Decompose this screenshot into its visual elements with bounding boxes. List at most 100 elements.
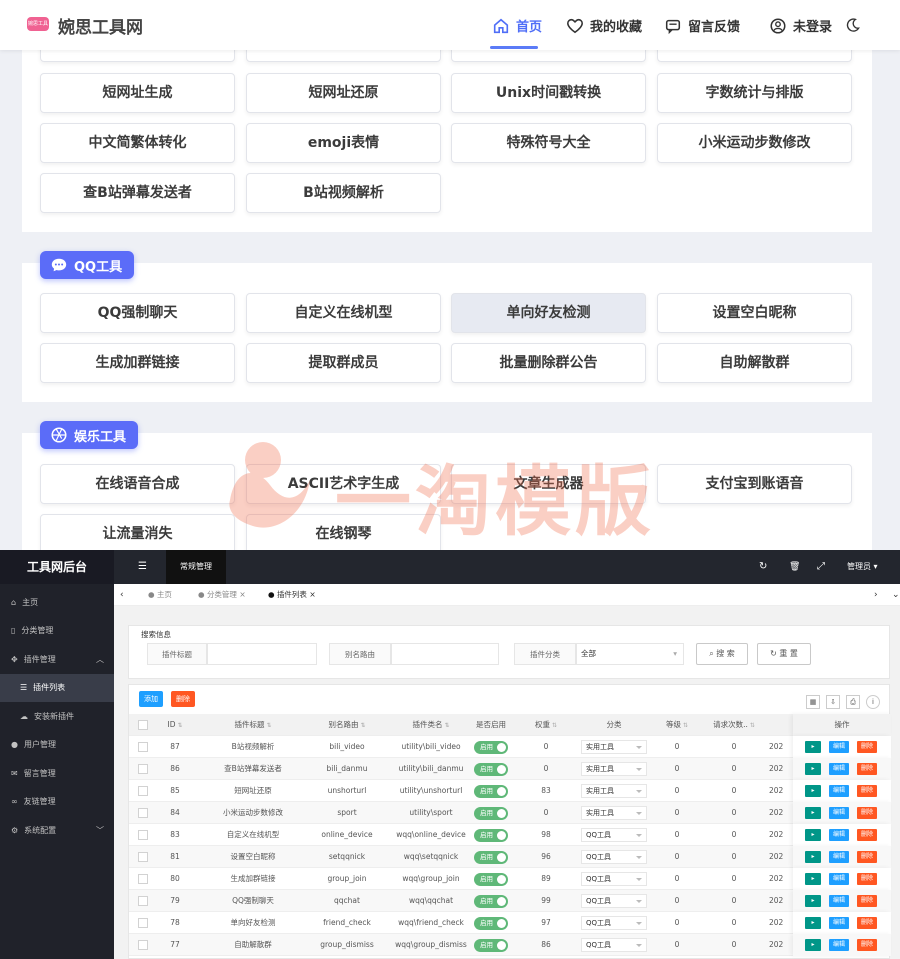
category-filter-select[interactable]: 全部 ▾ [576, 643, 684, 665]
edit-button[interactable]: 编辑 [829, 917, 849, 929]
tool-card[interactable]: 提取群成员 [246, 343, 441, 383]
sidebar-item-settings[interactable]: ⚙ 系统配置 ﹀ [0, 816, 114, 845]
delete-button[interactable]: 删除 [857, 917, 877, 929]
enabled-toggle[interactable]: 启用 [474, 740, 508, 754]
delete-button[interactable]: 删除 [857, 873, 877, 885]
tool-card[interactable]: 单向好友检测 [451, 293, 646, 333]
enabled-toggle[interactable]: 启用 [474, 784, 508, 798]
tool-card[interactable]: 短网址生成 [40, 73, 235, 113]
enabled-toggle[interactable]: 启用 [474, 762, 508, 776]
category-select[interactable]: 实用工具 [581, 806, 647, 820]
edit-button[interactable]: 编辑 [829, 939, 849, 951]
col-title[interactable]: 插件标题 ⇅ [203, 714, 303, 736]
refresh-icon[interactable]: ↻ [759, 550, 767, 584]
enabled-toggle[interactable]: 启用 [474, 938, 508, 952]
enabled-toggle[interactable]: 启用 [474, 916, 508, 930]
row-checkbox[interactable] [135, 846, 151, 868]
export-icon[interactable]: ⇩ [826, 695, 840, 709]
enabled-toggle[interactable]: 启用 [474, 850, 508, 864]
delete-button[interactable]: 删除 [857, 895, 877, 907]
tool-card[interactable]: 在线语音合成 [40, 464, 235, 504]
search-button[interactable]: ⌕ 搜 索 [696, 643, 748, 665]
tab-category[interactable]: ● 分类管理 × [198, 584, 246, 606]
category-select[interactable]: QQ工具 [581, 938, 647, 952]
tool-card[interactable]: 设置空白昵称 [657, 293, 852, 333]
sidebar-item-messages[interactable]: ✉ 留言管理 [0, 759, 114, 788]
tab-scroll-right-icon[interactable]: › [874, 584, 878, 606]
view-button[interactable]: ▸ [805, 939, 821, 951]
delete-button[interactable]: 删除 [857, 851, 877, 863]
delete-button[interactable]: 删除 [857, 939, 877, 951]
col-alias[interactable]: 别名路由 ⇅ [303, 714, 391, 736]
trash-icon[interactable]: 🗑 [789, 550, 800, 584]
info-icon[interactable]: i [866, 695, 880, 709]
sidebar-item-category[interactable]: ▯ 分类管理 [0, 617, 114, 646]
admin-title[interactable]: 工具网后台 [0, 550, 114, 584]
moon-icon[interactable] [845, 17, 861, 33]
row-checkbox[interactable] [135, 802, 151, 824]
print-icon[interactable]: ⎙ [846, 695, 860, 709]
category-select[interactable]: 实用工具 [581, 784, 647, 798]
delete-button[interactable]: 删除 [857, 807, 877, 819]
nav-login[interactable]: 未登录 [769, 16, 832, 35]
delete-button[interactable]: 删除 [857, 763, 877, 775]
edit-button[interactable]: 编辑 [829, 829, 849, 841]
edit-button[interactable]: 编辑 [829, 851, 849, 863]
col-id[interactable]: ID ⇅ [155, 714, 195, 736]
sidebar-item-home[interactable]: ⌂ 主页 [0, 588, 114, 617]
edit-button[interactable]: 编辑 [829, 873, 849, 885]
tool-card[interactable]: 文章生成器 [451, 464, 646, 504]
view-button[interactable]: ▸ [805, 829, 821, 841]
alias-filter-input[interactable] [391, 643, 499, 665]
site-brand[interactable]: 婉思工具网 [58, 13, 143, 38]
tab-scroll-left-icon[interactable]: ‹ [120, 584, 124, 606]
row-checkbox[interactable] [135, 912, 151, 934]
col-level[interactable]: 等级 ⇅ [657, 714, 697, 736]
tool-card[interactable]: 特殊符号大全 [451, 123, 646, 163]
top-menu-general[interactable]: 常规管理 [166, 550, 226, 584]
tool-card[interactable]: 小米运动步数修改 [657, 123, 852, 163]
enabled-toggle[interactable]: 启用 [474, 806, 508, 820]
view-button[interactable]: ▸ [805, 785, 821, 797]
category-select[interactable]: 实用工具 [581, 740, 647, 754]
view-button[interactable]: ▸ [805, 917, 821, 929]
enabled-toggle[interactable]: 启用 [474, 828, 508, 842]
category-select[interactable]: QQ工具 [581, 850, 647, 864]
row-checkbox[interactable] [135, 934, 151, 956]
select-all-checkbox[interactable] [135, 714, 151, 736]
edit-button[interactable]: 编辑 [829, 785, 849, 797]
view-button[interactable]: ▸ [805, 741, 821, 753]
category-select[interactable]: 实用工具 [581, 762, 647, 776]
tool-card[interactable]: 让流量消失 [40, 514, 235, 550]
col-class[interactable]: 插件类名 ⇅ [391, 714, 471, 736]
fullscreen-icon[interactable]: ⤢ [817, 550, 825, 584]
category-select[interactable]: QQ工具 [581, 894, 647, 908]
tab-options-icon[interactable]: ⌄ [892, 584, 900, 606]
sidebar-item-plugins[interactable]: ✥ 插件管理 ︿ [0, 645, 114, 674]
edit-button[interactable]: 编辑 [829, 807, 849, 819]
edit-button[interactable]: 编辑 [829, 763, 849, 775]
enabled-toggle[interactable]: 启用 [474, 894, 508, 908]
category-select[interactable]: QQ工具 [581, 916, 647, 930]
tab-home[interactable]: ● 主页 [148, 584, 172, 606]
nav-feedback[interactable]: 留言反馈 [664, 16, 740, 35]
row-checkbox[interactable] [135, 868, 151, 890]
tool-card[interactable]: 批量删除群公告 [451, 343, 646, 383]
add-button[interactable]: 添加 [139, 691, 163, 707]
sidebar-item-install-plugin[interactable]: ☁ 安装新插件 [0, 702, 114, 731]
tool-card[interactable]: 短网址还原 [246, 73, 441, 113]
nav-favorites[interactable]: 我的收藏 [566, 16, 642, 35]
view-button[interactable]: ▸ [805, 895, 821, 907]
reset-button[interactable]: ↻ 重 置 [757, 643, 811, 665]
enabled-toggle[interactable]: 启用 [474, 872, 508, 886]
tool-card[interactable]: emoji表情 [246, 123, 441, 163]
site-logo[interactable]: 婉思工具 [27, 17, 49, 31]
columns-icon[interactable]: ▦ [806, 695, 820, 709]
category-select[interactable]: QQ工具 [581, 828, 647, 842]
tool-card[interactable]: 中文简繁体转化 [40, 123, 235, 163]
tool-card[interactable]: Unix时间戳转换 [451, 73, 646, 113]
tool-card[interactable]: 字数统计与排版 [657, 73, 852, 113]
edit-button[interactable]: 编辑 [829, 741, 849, 753]
row-checkbox[interactable] [135, 758, 151, 780]
view-button[interactable]: ▸ [805, 851, 821, 863]
